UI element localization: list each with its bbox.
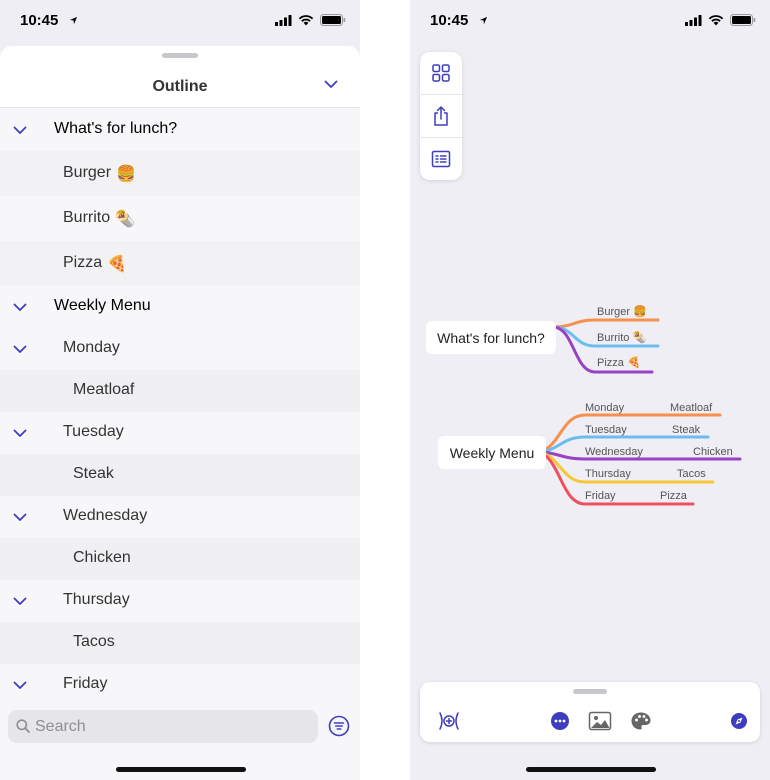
food-emoji-icon: 🍕: [107, 255, 127, 273]
outline-item-label: Meatloaf: [73, 381, 135, 398]
outline-item-whats-for-lunch[interactable]: What's for lunch?: [0, 109, 360, 151]
compass-icon: [731, 713, 747, 729]
outline-item-label: Pizza: [63, 253, 103, 271]
chevron-down-icon[interactable]: [324, 80, 338, 89]
food-emoji-icon: 🍔: [116, 165, 136, 183]
outline-item-burrito[interactable]: Burrito 🌯: [0, 196, 360, 241]
outline-list: What's for lunch? Burger 🍔 Burrito 🌯 Pizza 🍕 We…: [0, 109, 360, 695]
status-bar: 10:45: [0, 0, 360, 44]
outline-item-tuesday[interactable]: Tuesday: [0, 412, 360, 454]
outline-item-label: Thursday: [63, 591, 130, 608]
add-node-icon: [439, 712, 459, 730]
more-icon: [551, 712, 569, 730]
outline-item-label: Burger: [63, 163, 112, 181]
bottom-toolbar: [420, 682, 760, 742]
outline-item-friday[interactable]: Friday: [0, 664, 360, 695]
mindmap-node-lunch-item[interactable]: Pizza 🍕: [597, 356, 641, 369]
home-indicator: [116, 767, 246, 772]
outline-item-monday[interactable]: Monday: [0, 328, 360, 370]
mindmap-node-day-item[interactable]: Pizza: [660, 490, 687, 502]
signal-icon: [275, 14, 292, 26]
page-title: Outline: [152, 78, 208, 95]
image-button[interactable]: [587, 708, 613, 734]
outline-item-thursday[interactable]: Thursday: [0, 580, 360, 622]
filter-icon[interactable]: [327, 714, 351, 738]
mindmap-node-day-item[interactable]: Meatloaf: [670, 402, 712, 414]
mindmap-screen: 10:45 What's for lunch? Weekly Menu Burg…: [410, 0, 770, 780]
outline-item-label: Friday: [63, 675, 108, 692]
outline-item-label: Weekly Menu: [54, 297, 151, 314]
chevron-down-icon[interactable]: [13, 681, 27, 690]
outline-item-weekly-menu[interactable]: Weekly Menu: [0, 286, 360, 328]
wifi-icon: [298, 15, 314, 26]
outline-item-label: Chicken: [73, 549, 131, 566]
search-input[interactable]: [35, 710, 305, 743]
mindmap-node-day[interactable]: Friday: [585, 490, 616, 502]
outline-item-burger[interactable]: Burger 🍔: [0, 151, 360, 196]
outline-item-chicken[interactable]: Chicken: [0, 538, 360, 580]
mindmap-node-day-item[interactable]: Tacos: [677, 468, 706, 480]
chevron-down-icon[interactable]: [13, 345, 27, 354]
add-node-button[interactable]: [436, 708, 462, 734]
image-icon: [588, 711, 612, 731]
sheet-header: Outline: [0, 46, 360, 108]
bottom-sheet-grabber[interactable]: [573, 689, 607, 694]
home-indicator: [526, 767, 656, 772]
outline-item-label: Burrito: [63, 208, 111, 226]
mindmap-node-whats-for-lunch[interactable]: What's for lunch?: [426, 321, 556, 354]
chevron-down-icon[interactable]: [13, 126, 27, 135]
search-bar: [8, 710, 318, 743]
chevron-down-icon[interactable]: [13, 597, 27, 606]
outline-item-label: Tuesday: [63, 423, 124, 440]
outline-item-wednesday[interactable]: Wednesday: [0, 496, 360, 538]
outline-item-pizza[interactable]: Pizza 🍕: [0, 241, 360, 286]
mindmap-node-lunch-item[interactable]: Burger 🍔: [597, 305, 647, 318]
search-icon: [16, 719, 30, 733]
mindmap-node-weekly-menu[interactable]: Weekly Menu: [438, 436, 546, 469]
outline-item-label: Steak: [73, 465, 114, 482]
mindmap-node-day[interactable]: Wednesday: [585, 446, 643, 458]
mindmap-node-lunch-item[interactable]: Burrito 🌯: [597, 331, 646, 344]
outline-item-steak[interactable]: Steak: [0, 454, 360, 496]
mindmap-branches: [533, 318, 742, 506]
mindmap-node-day-item[interactable]: Chicken: [693, 446, 733, 458]
focus-button[interactable]: [726, 708, 752, 734]
mindmap-node-day-item[interactable]: Steak: [672, 424, 700, 436]
status-time: 10:45: [20, 12, 59, 29]
food-emoji-icon: 🌯: [115, 210, 135, 228]
outline-screen: 10:45 Outline What's for lunch? Burger 🍔…: [0, 0, 360, 780]
outline-item-label: What's for lunch?: [54, 120, 178, 137]
outline-item-tacos[interactable]: Tacos: [0, 622, 360, 664]
sheet-grabber[interactable]: [162, 53, 198, 58]
outline-item-label: Monday: [63, 339, 120, 356]
style-button[interactable]: [628, 708, 654, 734]
outline-item-meatloaf[interactable]: Meatloaf: [0, 370, 360, 412]
location-arrow-icon: [69, 16, 78, 25]
chevron-down-icon[interactable]: [13, 513, 27, 522]
outline-item-label: Tacos: [73, 633, 115, 650]
palette-icon: [631, 712, 651, 730]
outline-item-label: Wednesday: [63, 507, 148, 524]
outline-sheet: Outline What's for lunch? Burger 🍔 Burrito 🌯…: [0, 46, 360, 780]
mindmap-node-day[interactable]: Tuesday: [585, 424, 627, 436]
chevron-down-icon[interactable]: [13, 303, 27, 312]
more-button[interactable]: [547, 708, 573, 734]
mindmap-node-day[interactable]: Thursday: [585, 468, 631, 480]
chevron-down-icon[interactable]: [13, 429, 27, 438]
mindmap-node-day[interactable]: Monday: [585, 402, 624, 414]
battery-icon: [320, 14, 346, 26]
